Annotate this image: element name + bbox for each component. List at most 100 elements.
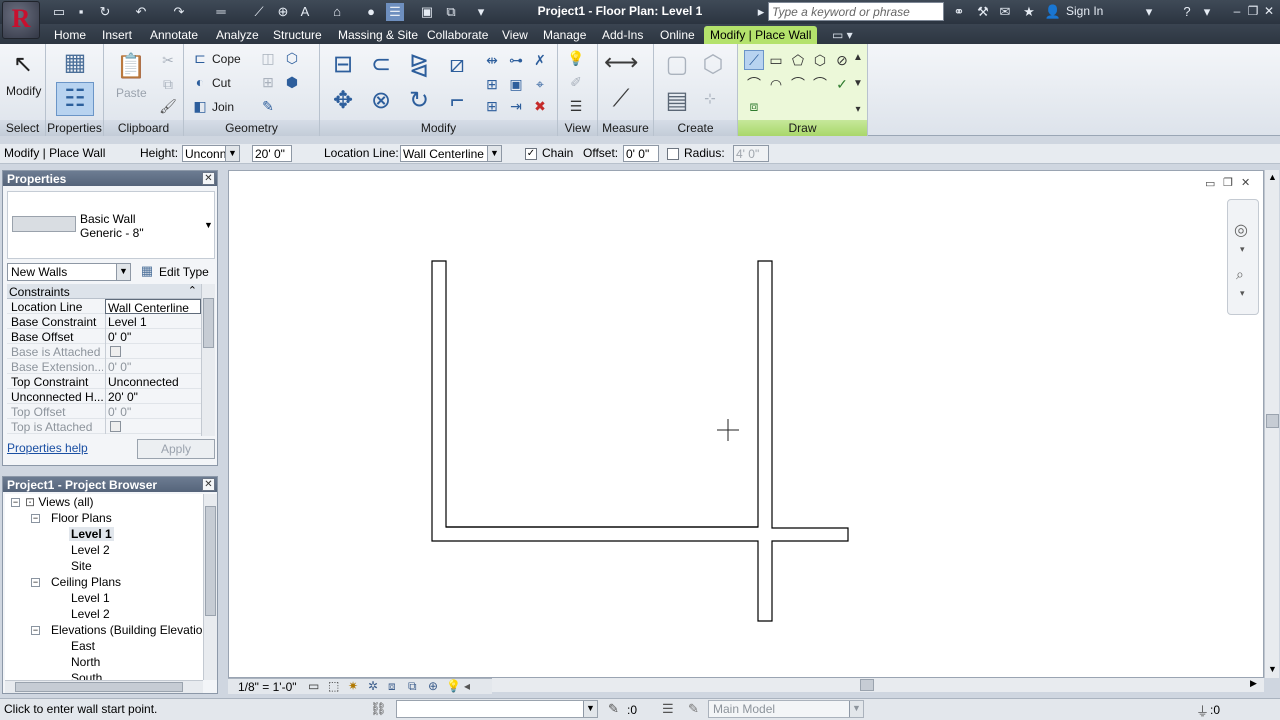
zoom-icon[interactable]: ⌕ xyxy=(1236,266,1244,283)
delete-icon[interactable]: ✖ xyxy=(530,96,550,116)
subscription-icon[interactable]: ⚒ xyxy=(974,3,992,21)
sync-icon[interactable]: ↻ xyxy=(96,3,114,21)
reveal-hidden-icon[interactable]: 💡 xyxy=(446,679,461,693)
ribbon-minimize-icon[interactable]: ▭ ▾ xyxy=(832,26,853,44)
tree-item[interactable]: Level 1 xyxy=(71,591,110,605)
close-icon[interactable]: ✕ xyxy=(202,172,215,185)
filter-icon[interactable]: ⏚ xyxy=(1196,701,1209,720)
tab-insert[interactable]: Insert xyxy=(102,26,132,44)
collapse-icon[interactable]: ⌃ xyxy=(188,284,197,297)
demolish-icon[interactable]: ⬢ xyxy=(282,72,302,92)
property-value[interactable]: 0' 0" xyxy=(105,404,201,419)
temporary-hide-icon[interactable]: ⊕ xyxy=(428,679,438,693)
browser-horizontal-scrollbar[interactable] xyxy=(5,680,203,693)
scroll-down-icon[interactable]: ▼ xyxy=(1268,664,1277,674)
match-properties-icon[interactable]: 🖌 xyxy=(158,96,178,116)
instance-filter-select[interactable]: New Walls ▼ xyxy=(7,263,131,281)
height-select[interactable]: Unconn ▼ xyxy=(182,145,240,162)
property-row[interactable]: Location Line Wall Centerline xyxy=(7,299,201,314)
application-menu-button[interactable]: R xyxy=(2,1,40,39)
move-icon[interactable]: ✥ xyxy=(326,84,360,118)
scrollbar-thumb[interactable] xyxy=(205,506,216,616)
chevron-down-icon[interactable]: ▼ xyxy=(116,264,130,280)
tree-item[interactable]: Site xyxy=(71,559,92,573)
draw-tangent-arc-icon[interactable]: ⌒ xyxy=(788,74,808,94)
properties-help-link[interactable]: Properties help xyxy=(7,441,88,455)
3d-view-icon[interactable]: ⌂ xyxy=(328,3,346,21)
top-attached-checkbox[interactable] xyxy=(110,421,121,432)
trim-extend-corner-icon[interactable]: ⌐ xyxy=(440,84,474,118)
base-attached-checkbox[interactable] xyxy=(110,346,121,357)
measure-icon[interactable]: ═ xyxy=(212,3,230,21)
editing-requests-icon[interactable]: ✎ xyxy=(608,701,619,717)
tree-item[interactable]: North xyxy=(71,655,100,669)
chevron-down-icon[interactable]: ▼ xyxy=(849,701,863,717)
property-row[interactable]: Top Constraint Unconnected xyxy=(7,374,201,389)
gallery-up-icon[interactable]: ▲ xyxy=(852,48,864,68)
draw-start-end-arc-icon[interactable]: ⌒ xyxy=(744,74,764,94)
save-icon[interactable]: ▪ xyxy=(72,3,90,21)
draw-inscribed-polygon-icon[interactable]: ⬠ xyxy=(788,50,808,70)
help-dropdown-icon[interactable]: ▾ xyxy=(1198,3,1216,21)
unpin-icon[interactable]: ✗ xyxy=(530,50,550,70)
chevron-down-icon[interactable]: ▼ xyxy=(204,220,213,230)
apply-button[interactable]: Apply xyxy=(137,439,215,459)
tab-view[interactable]: View xyxy=(502,26,528,44)
draw-center-arc-icon[interactable]: ◠ xyxy=(766,74,786,94)
draw-circle-icon[interactable]: ⊘ xyxy=(832,50,852,70)
type-properties-icon[interactable]: ▦ xyxy=(58,46,92,80)
radius-input[interactable]: 4' 0" xyxy=(733,145,769,162)
override-graphics-icon[interactable]: 💡 xyxy=(566,48,586,68)
undo-icon[interactable]: ↶ xyxy=(132,3,150,21)
show-crop-icon[interactable]: ⧉ xyxy=(408,679,417,694)
tab-collaborate[interactable]: Collaborate xyxy=(427,26,488,44)
cope-icon[interactable]: ⊏ xyxy=(190,48,210,68)
favorites-star-icon[interactable]: ★ xyxy=(1020,3,1038,21)
rotate-icon[interactable]: ↻ xyxy=(402,84,436,118)
split-face-icon[interactable]: ◫ xyxy=(258,48,278,68)
draw-fillet-arc-icon[interactable]: ⌒ xyxy=(810,74,830,94)
trim-multiple-icon[interactable]: ⇥ xyxy=(506,96,526,116)
close-icon[interactable]: ✕ xyxy=(202,478,215,491)
property-value[interactable]: 20' 0" xyxy=(105,389,201,404)
property-row[interactable]: Base is Attached xyxy=(7,344,201,359)
radius-checkbox[interactable] xyxy=(667,148,679,160)
split-gap-icon[interactable]: ⊶ xyxy=(506,50,526,70)
cut-geometry-button[interactable]: Cut xyxy=(212,76,231,90)
crop-view-icon[interactable]: ⧈ xyxy=(388,679,396,694)
select-panel-label[interactable]: Select xyxy=(0,120,45,136)
design-option-active-icon[interactable]: ✎ xyxy=(688,701,699,717)
search-input[interactable]: Type a keyword or phrase xyxy=(768,2,944,21)
create-assembly-icon[interactable]: ▢ xyxy=(660,48,694,82)
canvas-vertical-scrollbar[interactable]: ▲ ▼ xyxy=(1264,170,1279,678)
copy-icon[interactable]: ⧉ xyxy=(158,74,178,94)
design-option-select[interactable]: Main Model ▼ xyxy=(708,700,864,718)
tree-item[interactable]: Floor Plans xyxy=(51,511,112,525)
create-group-icon[interactable]: ▤ xyxy=(660,84,694,118)
tree-item[interactable]: East xyxy=(71,639,95,653)
tree-item[interactable]: Ceiling Plans xyxy=(51,575,121,589)
tree-item[interactable]: Level 2 xyxy=(71,543,110,557)
pick-lines-icon[interactable]: ✓ xyxy=(832,74,852,94)
tree-item[interactable]: Level 2 xyxy=(71,607,110,621)
property-row[interactable]: Top is Attached xyxy=(7,419,201,434)
similar-icon[interactable]: ⊹ xyxy=(700,88,720,108)
wall-joins-icon[interactable]: ⊞ xyxy=(258,72,278,92)
scale-icon[interactable]: ▣ xyxy=(506,74,526,94)
canvas-horizontal-scrollbar[interactable]: ▶ xyxy=(492,678,1264,692)
chevron-down-icon[interactable]: ▾ xyxy=(1240,288,1245,299)
analytical-model-icon[interactable]: ◂ xyxy=(464,679,470,693)
scrollbar-thumb[interactable] xyxy=(203,298,214,348)
drawing-area[interactable]: ▭ ❐ ✕ ◎ ▾ ⌕ ▾ xyxy=(228,170,1264,678)
view-scale[interactable]: 1/8" = 1'-0" xyxy=(238,680,297,694)
properties-scrollbar[interactable] xyxy=(201,284,215,436)
steering-wheel-icon[interactable]: ◎ xyxy=(1234,220,1248,240)
chevron-down-icon[interactable]: ▼ xyxy=(225,146,239,161)
array-icon[interactable]: ⊞ xyxy=(482,74,502,94)
tree-item[interactable]: Elevations (Building Elevation) xyxy=(51,623,203,637)
hide-elements-icon[interactable]: ☰ xyxy=(566,96,586,116)
chain-checkbox[interactable]: ✓ xyxy=(525,148,537,160)
tab-analyze[interactable]: Analyze xyxy=(216,26,259,44)
edit-type-icon[interactable]: ▦ xyxy=(139,263,155,279)
property-row[interactable]: Base Extension... 0' 0" xyxy=(7,359,201,374)
